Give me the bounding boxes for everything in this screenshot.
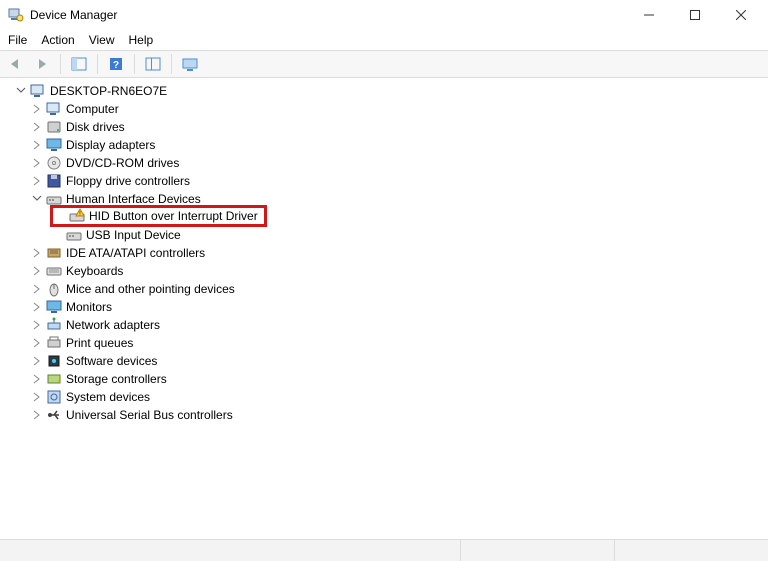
- tree-item-label: Monitors: [66, 298, 112, 316]
- mouse-icon: [46, 281, 62, 297]
- statusbar: [0, 539, 768, 561]
- expand-toggle[interactable]: [30, 174, 44, 188]
- expand-toggle[interactable]: [30, 336, 44, 350]
- tree-item-label: System devices: [66, 388, 150, 406]
- menu-file[interactable]: File: [8, 33, 27, 47]
- device-tree[interactable]: DESKTOP-RN6EO7E ComputerDisk drivesDispl…: [0, 78, 768, 537]
- expand-toggle[interactable]: [30, 390, 44, 404]
- software-icon: [46, 353, 62, 369]
- toolbar: ?: [0, 50, 768, 78]
- expand-toggle[interactable]: [30, 156, 44, 170]
- keyboard-icon: [46, 263, 62, 279]
- expand-toggle[interactable]: [30, 264, 44, 278]
- app-icon: [8, 7, 24, 23]
- scan-hardware-button[interactable]: [141, 53, 165, 75]
- nav-back-button[interactable]: [4, 53, 28, 75]
- help-button[interactable]: ?: [104, 53, 128, 75]
- menu-action[interactable]: Action: [41, 33, 74, 47]
- tree-item-disk-drives[interactable]: Disk drives: [2, 118, 766, 136]
- expand-toggle[interactable]: [30, 282, 44, 296]
- floppy-icon: [46, 173, 62, 189]
- tree-item-ide-ata-atapi-controllers[interactable]: IDE ATA/ATAPI controllers: [2, 244, 766, 262]
- tree-root-label: DESKTOP-RN6EO7E: [50, 82, 167, 100]
- printer-icon: [46, 335, 62, 351]
- expand-toggle[interactable]: [30, 318, 44, 332]
- expand-toggle[interactable]: [30, 138, 44, 152]
- tree-item-computer[interactable]: Computer: [2, 100, 766, 118]
- monitor-icon: [46, 299, 62, 315]
- expand-toggle[interactable]: [30, 246, 44, 260]
- tree-item-hid-button-over-interrupt-driver[interactable]: HID Button over Interrupt Driver: [2, 208, 766, 226]
- hid-warn-icon: [69, 208, 85, 224]
- menubar: File Action View Help: [0, 30, 768, 50]
- computer-icon: [46, 101, 62, 117]
- tree-item-storage-controllers[interactable]: Storage controllers: [2, 370, 766, 388]
- tree-item-keyboards[interactable]: Keyboards: [2, 262, 766, 280]
- expand-toggle[interactable]: [30, 192, 44, 206]
- tree-item-label: Software devices: [66, 352, 157, 370]
- system-icon: [46, 389, 62, 405]
- tree-item-label: Disk drives: [66, 118, 125, 136]
- expand-toggle[interactable]: [30, 300, 44, 314]
- network-icon: [46, 317, 62, 333]
- titlebar: Device Manager: [0, 0, 768, 30]
- maximize-button[interactable]: [672, 0, 718, 30]
- usb-icon: [46, 407, 62, 423]
- tree-item-mice-and-other-pointing-devices[interactable]: Mice and other pointing devices: [2, 280, 766, 298]
- storage-icon: [46, 371, 62, 387]
- tree-item-display-adapters[interactable]: Display adapters: [2, 136, 766, 154]
- tree-item-label: DVD/CD-ROM drives: [66, 154, 179, 172]
- ide-icon: [46, 245, 62, 261]
- tree-item-label: IDE ATA/ATAPI controllers: [66, 244, 205, 262]
- nav-forward-button[interactable]: [30, 53, 54, 75]
- tree-item-label: Storage controllers: [66, 370, 167, 388]
- tree-item-software-devices[interactable]: Software devices: [2, 352, 766, 370]
- tree-item-usb-input-device[interactable]: USB Input Device: [2, 226, 766, 244]
- tree-item-label: HID Button over Interrupt Driver: [89, 207, 258, 225]
- minimize-button[interactable]: [626, 0, 672, 30]
- tree-item-label: Print queues: [66, 334, 133, 352]
- tree-item-system-devices[interactable]: System devices: [2, 388, 766, 406]
- tree-item-label: Display adapters: [66, 136, 155, 154]
- close-button[interactable]: [718, 0, 764, 30]
- expand-toggle[interactable]: [30, 372, 44, 386]
- disk-icon: [46, 119, 62, 135]
- tree-item-label: Network adapters: [66, 316, 160, 334]
- tree-item-network-adapters[interactable]: Network adapters: [2, 316, 766, 334]
- tree-item-universal-serial-bus-controllers[interactable]: Universal Serial Bus controllers: [2, 406, 766, 424]
- tree-item-label: USB Input Device: [86, 226, 181, 244]
- window-controls: [626, 0, 764, 30]
- expand-toggle[interactable]: [30, 408, 44, 422]
- tree-item-label: Floppy drive controllers: [66, 172, 190, 190]
- display-icon: [46, 137, 62, 153]
- show-hide-tree-button[interactable]: [67, 53, 91, 75]
- expand-toggle[interactable]: [30, 102, 44, 116]
- view-devices-button[interactable]: [178, 53, 202, 75]
- computer-root-icon: [30, 83, 46, 99]
- expand-toggle[interactable]: [14, 84, 28, 98]
- tree-item-monitors[interactable]: Monitors: [2, 298, 766, 316]
- disc-icon: [46, 155, 62, 171]
- menu-view[interactable]: View: [89, 33, 115, 47]
- tree-root[interactable]: DESKTOP-RN6EO7E: [2, 82, 766, 100]
- hid-icon: [66, 227, 82, 243]
- expand-toggle[interactable]: [30, 120, 44, 134]
- menu-help[interactable]: Help: [129, 33, 154, 47]
- tree-item-floppy-drive-controllers[interactable]: Floppy drive controllers: [2, 172, 766, 190]
- window-title: Device Manager: [30, 8, 117, 22]
- tree-item-label: Mice and other pointing devices: [66, 280, 235, 298]
- expand-toggle[interactable]: [30, 354, 44, 368]
- tree-item-label: Computer: [66, 100, 119, 118]
- tree-item-dvd-cd-rom-drives[interactable]: DVD/CD-ROM drives: [2, 154, 766, 172]
- highlighted-item: HID Button over Interrupt Driver: [50, 205, 267, 227]
- svg-text:?: ?: [113, 60, 119, 71]
- tree-item-label: Universal Serial Bus controllers: [66, 406, 233, 424]
- tree-item-print-queues[interactable]: Print queues: [2, 334, 766, 352]
- tree-item-label: Keyboards: [66, 262, 123, 280]
